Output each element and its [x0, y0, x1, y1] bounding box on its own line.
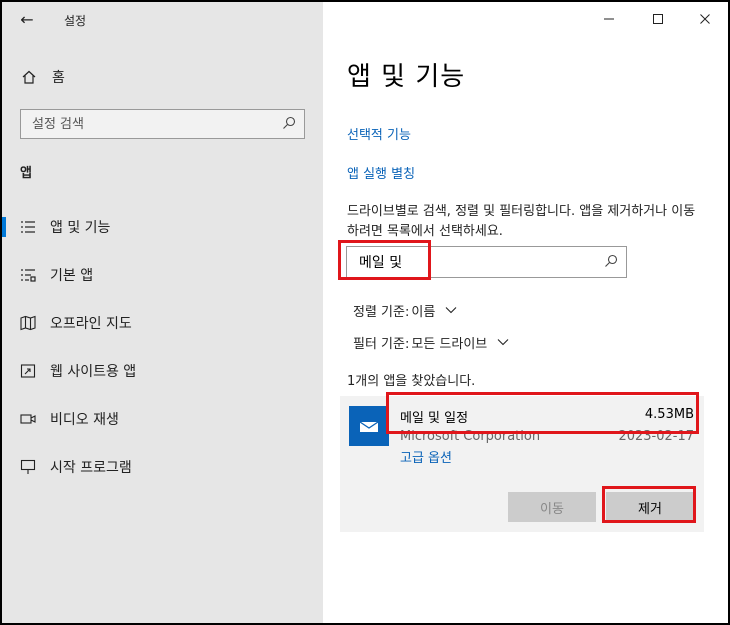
advanced-options-link[interactable]: 고급 옵션 — [400, 447, 452, 466]
sidebar-item-label: 기본 앱 — [50, 268, 94, 284]
main-panel: 앱 및 기능 선택적 기능 앱 실행 별칭 드라이브별로 검색, 정렬 및 필터… — [323, 2, 728, 623]
sort-label: 정렬 기준: — [353, 304, 410, 320]
settings-window: ← 설정 홈 앱 앱 및 기능 기본 앱 — [2, 2, 728, 623]
highlight-box-remove — [602, 486, 696, 523]
sidebar-item-label: 비디오 재생 — [50, 412, 119, 428]
minimize-icon[interactable] — [594, 8, 624, 30]
home-label: 홈 — [52, 70, 65, 86]
settings-search-box[interactable] — [20, 109, 305, 139]
map-icon — [19, 314, 37, 332]
result-count: 1개의 앱을 찾았습니다. — [347, 374, 476, 389]
active-indicator — [2, 217, 6, 237]
link-optional-features[interactable]: 선택적 기능 — [347, 124, 411, 143]
search-icon[interactable] — [604, 253, 618, 272]
startup-icon — [19, 458, 37, 476]
sidebar-item-apps-features[interactable]: 앱 및 기능 — [2, 207, 323, 247]
maximize-icon[interactable] — [643, 8, 673, 30]
window-title: 설정 — [64, 14, 87, 28]
website-apps-icon — [19, 362, 37, 380]
sidebar-item-startup[interactable]: 시작 프로그램 — [2, 447, 323, 487]
search-icon[interactable] — [282, 115, 296, 134]
close-icon[interactable] — [690, 8, 720, 30]
description-text: 드라이브별로 검색, 정렬 및 필터링합니다. 앱을 제거하거나 이동하려면 목… — [347, 204, 696, 239]
page-title: 앱 및 기능 — [347, 62, 466, 92]
back-arrow-icon[interactable]: ← — [16, 10, 38, 30]
sort-value: 이름 — [411, 304, 436, 320]
chevron-down-icon — [445, 304, 457, 316]
filter-label: 필터 기준: — [353, 336, 410, 352]
section-title-apps: 앱 — [20, 166, 32, 181]
home-nav[interactable]: 홈 — [20, 66, 65, 88]
highlight-box-app — [386, 392, 699, 434]
home-icon — [20, 68, 38, 86]
filter-dropdown[interactable]: 필터 기준: 모든 드라이브 — [353, 332, 509, 352]
move-button[interactable]: 이동 — [508, 492, 596, 522]
sidebar-item-offline-maps[interactable]: 오프라인 지도 — [2, 303, 323, 343]
video-icon — [19, 410, 37, 428]
sidebar-item-video-playback[interactable]: 비디오 재생 — [2, 399, 323, 439]
sidebar: ← 설정 홈 앱 앱 및 기능 기본 앱 — [2, 2, 323, 623]
sidebar-item-label: 오프라인 지도 — [50, 316, 132, 332]
sidebar-item-label: 시작 프로그램 — [50, 460, 132, 476]
filter-value: 모든 드라이브 — [411, 336, 488, 352]
sidebar-item-label: 웹 사이트용 앱 — [50, 364, 137, 380]
sidebar-item-label: 앱 및 기능 — [50, 220, 111, 236]
chevron-down-icon — [497, 336, 509, 348]
sidebar-item-default-apps[interactable]: 기본 앱 — [2, 255, 323, 295]
settings-search-input[interactable] — [32, 116, 282, 132]
sort-dropdown[interactable]: 정렬 기준: 이름 — [353, 300, 457, 320]
link-app-execution-aliases[interactable]: 앱 실행 별칭 — [347, 163, 415, 182]
mail-icon — [349, 406, 389, 446]
sidebar-item-website-apps[interactable]: 웹 사이트용 앱 — [2, 351, 323, 391]
default-apps-icon — [19, 266, 37, 284]
highlight-box-search — [338, 240, 431, 280]
list-icon — [19, 218, 37, 236]
